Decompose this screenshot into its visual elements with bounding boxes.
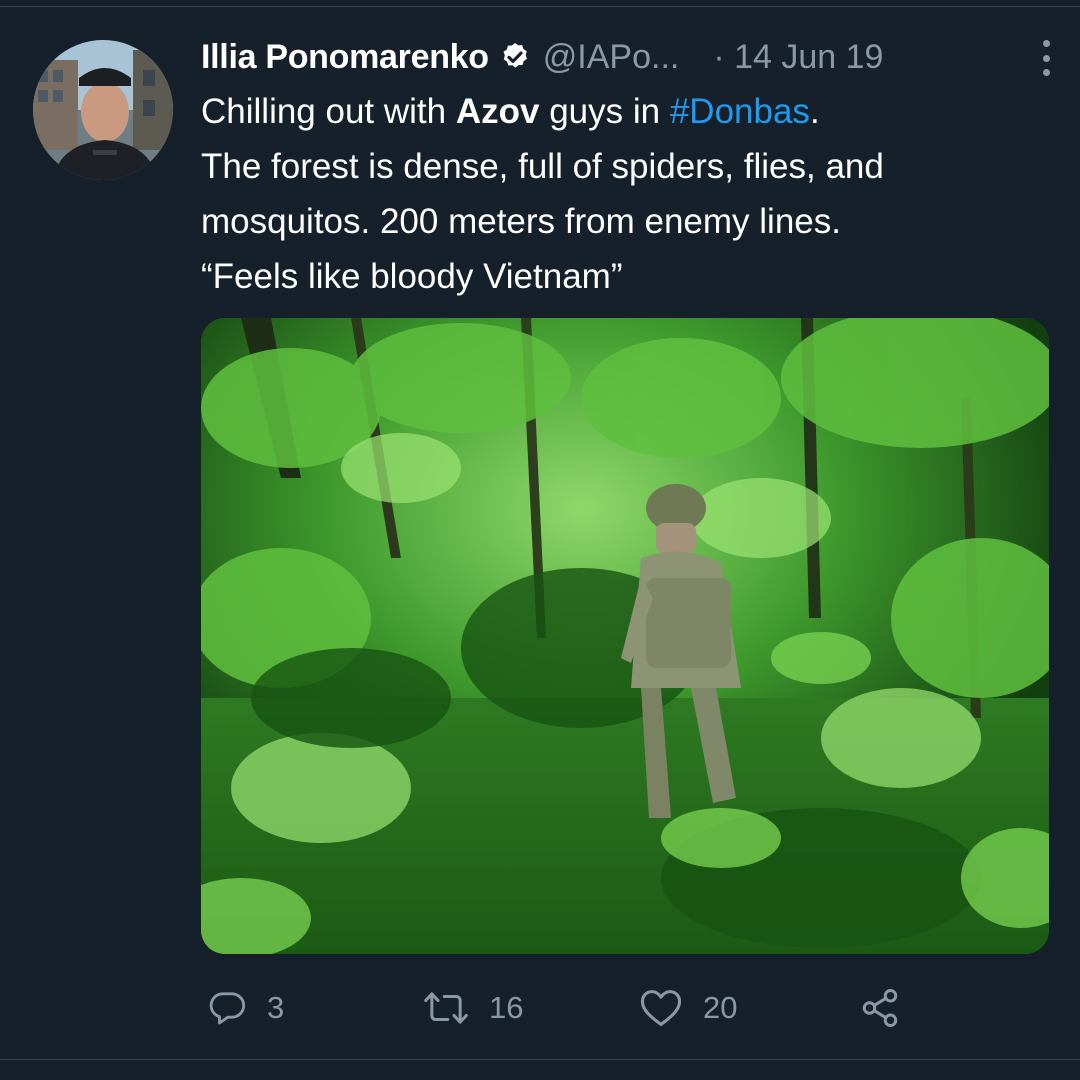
- text-segment: Chilling out with: [201, 92, 456, 131]
- tweet-date[interactable]: · 14 Jun 19: [713, 38, 883, 77]
- tweet-text-line: mosquitos. 200 meters from enemy lines.: [201, 202, 841, 241]
- hashtag-link[interactable]: #Donbas: [670, 92, 810, 131]
- tweet-card: Illia Ponomarenko @IAPo... · 14 Jun 19 C…: [0, 0, 1080, 1080]
- bottom-divider: [0, 1059, 1080, 1060]
- reply-count: 3: [267, 990, 285, 1025]
- author-handle[interactable]: @IAPo...: [543, 38, 680, 77]
- share-icon: [859, 987, 901, 1029]
- top-divider: [0, 0, 1080, 7]
- tweet-text-line: “Feels like bloody Vietnam”: [201, 257, 623, 296]
- heart-icon: [639, 988, 683, 1028]
- share-button[interactable]: [859, 980, 901, 1036]
- verified-badge-icon: [499, 41, 531, 73]
- tweet-header: Illia Ponomarenko @IAPo... · 14 Jun 19: [201, 34, 1051, 80]
- tweet-text-line: Chilling out with Azov guys in #Donbas.: [201, 84, 1061, 139]
- text-segment: .: [809, 92, 820, 131]
- like-button[interactable]: 20: [639, 980, 737, 1036]
- text-bold-segment: Azov: [455, 92, 540, 131]
- author-name[interactable]: Illia Ponomarenko: [201, 38, 489, 77]
- tweet-text-line: The forest is dense, full of spiders, fl…: [201, 147, 884, 186]
- more-options-icon[interactable]: [1036, 40, 1056, 76]
- text-segment: guys in: [539, 92, 670, 131]
- reply-icon: [207, 988, 247, 1028]
- like-count: 20: [703, 990, 738, 1025]
- tweet-actions: 3 16 20: [201, 980, 1051, 1036]
- reply-button[interactable]: 3: [207, 980, 284, 1036]
- avatar[interactable]: [33, 40, 173, 180]
- retweet-icon: [423, 988, 469, 1028]
- retweet-count: 16: [489, 990, 524, 1025]
- retweet-button[interactable]: 16: [423, 980, 523, 1036]
- tweet-photo[interactable]: [201, 318, 1049, 954]
- tweet-text: Chilling out with Azov guys in #Donbas. …: [201, 84, 1061, 304]
